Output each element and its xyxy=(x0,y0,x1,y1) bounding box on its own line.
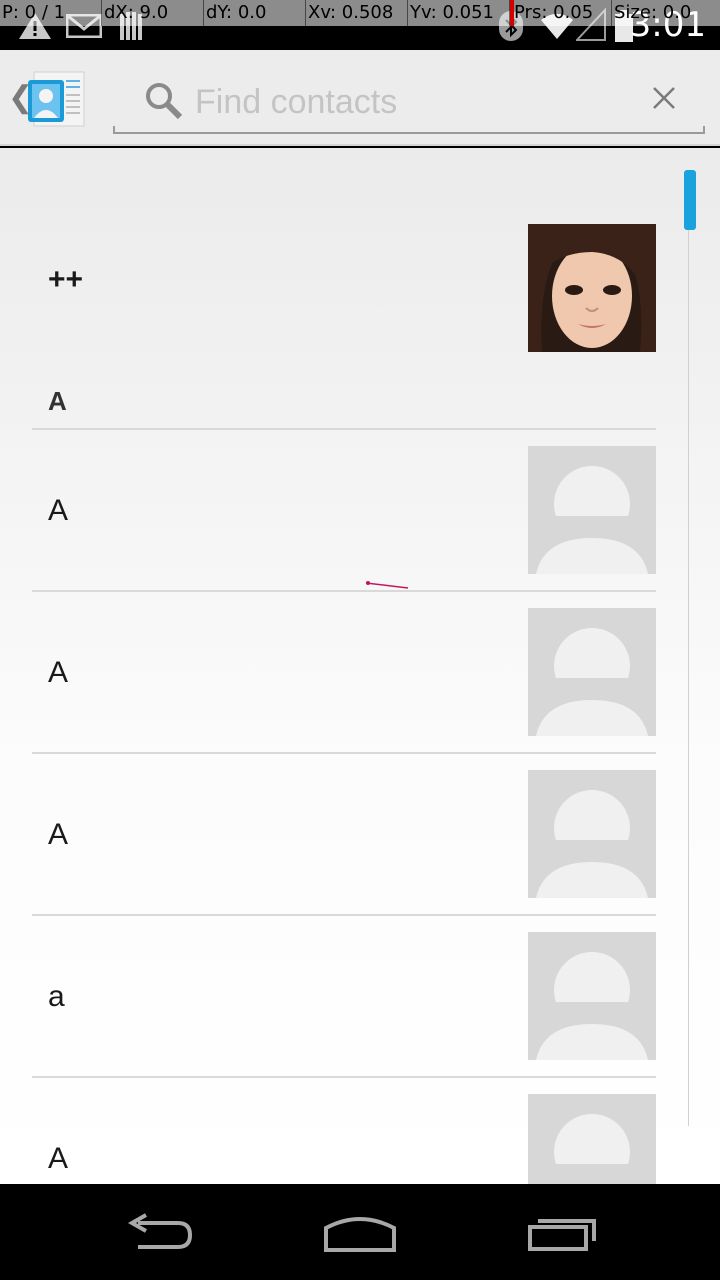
contact-row[interactable]: a xyxy=(32,916,656,1078)
recents-icon[interactable] xyxy=(517,1208,607,1258)
contact-row[interactable]: A xyxy=(32,754,656,916)
pointer-location-overlay: P: 0 / 1 dX: 9.0 dY: 0.0 Xv: 0.508 Yv: 0… xyxy=(0,0,720,26)
contact-name: ++ xyxy=(48,263,84,296)
search-box[interactable] xyxy=(113,80,705,134)
navigation-bar xyxy=(0,1184,720,1280)
pointer-count: P: 0 / 1 xyxy=(0,0,102,26)
contact-name: A xyxy=(48,1142,69,1175)
search-input[interactable] xyxy=(195,80,625,124)
contact-name: A xyxy=(48,656,69,689)
pointer-xv: Xv: 0.508 xyxy=(306,0,408,26)
contacts-app-icon[interactable] xyxy=(26,70,86,128)
contact-name: A xyxy=(48,818,69,851)
back-icon[interactable] xyxy=(114,1208,204,1258)
touch-trace xyxy=(364,578,410,596)
action-bar: ❮ xyxy=(0,50,720,146)
search-icon xyxy=(143,80,183,125)
contact-name: a xyxy=(48,980,65,1013)
pointer-dy: dY: 0.0 xyxy=(204,0,306,26)
contact-row[interactable]: A xyxy=(32,430,656,592)
contact-photo-placeholder[interactable] xyxy=(528,932,656,1060)
contact-photo-placeholder[interactable] xyxy=(528,1094,656,1184)
contact-photo-placeholder[interactable] xyxy=(528,446,656,574)
section-header: A xyxy=(48,386,67,416)
home-icon[interactable] xyxy=(315,1208,405,1258)
scrollbar-track xyxy=(688,228,689,1126)
contact-row-favorite[interactable]: ++ xyxy=(32,208,656,352)
scrollbar-thumb[interactable] xyxy=(684,170,696,230)
pointer-size: Size: 0.0 xyxy=(614,2,692,23)
contact-photo-placeholder[interactable] xyxy=(528,608,656,736)
pointer-yv: Yv: 0.051 xyxy=(408,0,510,26)
pointer-pressure: Prs: 0.05 xyxy=(510,0,612,26)
contact-row[interactable]: A xyxy=(32,592,656,754)
contact-name: A xyxy=(48,494,69,527)
contact-photo-placeholder[interactable] xyxy=(528,770,656,898)
contact-row[interactable]: A xyxy=(32,1078,656,1184)
clear-search-icon[interactable] xyxy=(651,85,677,116)
pointer-dx: dX: 9.0 xyxy=(102,0,204,26)
contact-list[interactable]: ++ A A A A a A xyxy=(0,148,720,1184)
contact-photo[interactable] xyxy=(528,224,656,352)
